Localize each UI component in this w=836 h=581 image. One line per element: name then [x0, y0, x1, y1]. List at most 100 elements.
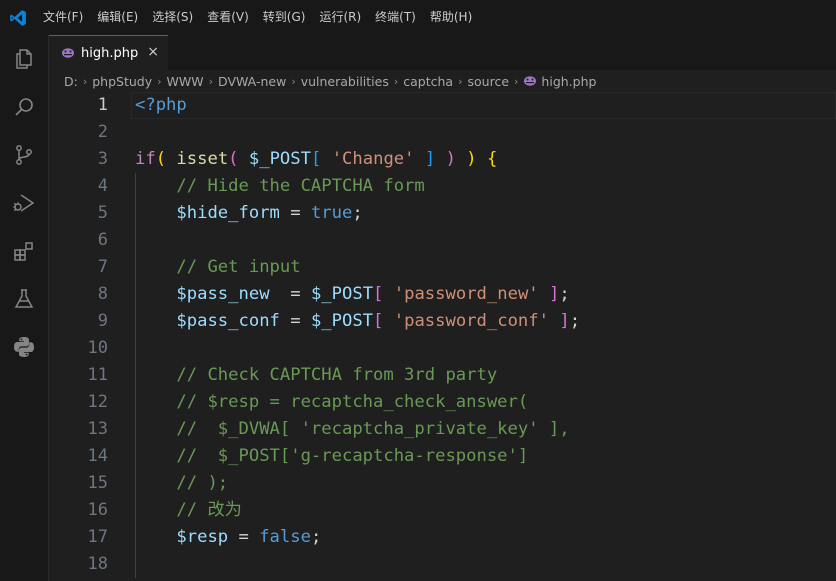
- code-token: =: [279, 203, 311, 223]
- code-text: // $_POST['g-recaptcha-response']: [135, 443, 528, 470]
- code-line[interactable]: 6: [49, 227, 836, 254]
- code-token: // Get input: [176, 257, 301, 277]
- code-line[interactable]: 1 <?php: [49, 92, 836, 119]
- breadcrumb-item[interactable]: DVWA-new: [218, 74, 286, 89]
- breadcrumb-item[interactable]: phpStudy: [92, 74, 152, 89]
- code-token: $_POST: [248, 149, 311, 169]
- code-line[interactable]: 10: [49, 335, 836, 362]
- menu-file[interactable]: 文件(F): [36, 0, 90, 35]
- tab-high-php[interactable]: high.php ×: [49, 35, 168, 70]
- breadcrumb-item[interactable]: vulnerabilities: [301, 74, 389, 89]
- menu-view[interactable]: 查看(V): [200, 0, 256, 35]
- search-icon[interactable]: [0, 83, 48, 131]
- code-line[interactable]: 18: [49, 551, 836, 578]
- code-token: ): [466, 149, 477, 169]
- code-line[interactable]: 11 // Check CAPTCHA from 3rd party: [49, 362, 836, 389]
- code-token: =: [228, 527, 260, 547]
- breadcrumb-item[interactable]: source: [468, 74, 510, 89]
- code-line[interactable]: 2: [49, 119, 836, 146]
- line-number: 15: [87, 473, 108, 493]
- code-text: <?php: [135, 92, 187, 119]
- code-line[interactable]: 4 // Hide the CAPTCHA form: [49, 173, 836, 200]
- close-tab-icon[interactable]: ×: [147, 44, 159, 60]
- code-line[interactable]: 16 // 改为: [49, 497, 836, 524]
- line-number: 13: [87, 419, 108, 439]
- code-text: $pass_new = $_POST[ 'password_new' ];: [135, 281, 570, 308]
- code-token: [: [373, 284, 384, 304]
- menu-run[interactable]: 运行(R): [312, 0, 368, 35]
- menu-terminal[interactable]: 终端(T): [368, 0, 423, 35]
- line-number: 5: [97, 203, 108, 223]
- code-token: $pass_new: [176, 284, 270, 304]
- tab-bar: high.php ×: [49, 35, 836, 70]
- chevron-right-icon: ›: [157, 74, 162, 88]
- code-token: $_POST: [310, 284, 374, 304]
- code-token: ;: [569, 311, 581, 331]
- source-control-icon[interactable]: [0, 131, 48, 179]
- code-token: ;: [310, 527, 322, 547]
- chevron-right-icon: ›: [291, 74, 296, 88]
- code-token: =: [269, 284, 311, 304]
- python-icon[interactable]: [0, 323, 48, 371]
- breadcrumb-item[interactable]: D:: [64, 74, 78, 89]
- code-text: // 改为: [135, 497, 241, 524]
- chevron-right-icon: ›: [393, 74, 399, 88]
- code-text: $hide_form = true;: [135, 200, 362, 227]
- code-line[interactable]: 12 // $resp = recaptcha_check_answer(: [49, 389, 836, 416]
- explorer-icon[interactable]: [0, 35, 48, 83]
- code-token: $pass_conf: [176, 311, 280, 331]
- code-line[interactable]: 7 // Get input: [49, 254, 836, 281]
- chevron-right-icon: ›: [458, 74, 463, 88]
- code-token: // $_DVWA[ 'recaptcha_private_key' ],: [176, 419, 570, 439]
- testing-icon[interactable]: [0, 275, 48, 323]
- run-debug-icon[interactable]: [0, 179, 48, 227]
- breadcrumb-item[interactable]: high.php: [541, 74, 596, 89]
- code-line[interactable]: 3 if( isset( $_POST[ 'Change' ] ) ) {: [49, 146, 836, 173]
- line-number: 12: [87, 392, 108, 412]
- menu-go[interactable]: 转到(G): [256, 0, 313, 35]
- menu-edit[interactable]: 编辑(E): [90, 0, 145, 35]
- code-line[interactable]: 9 $pass_conf = $_POST[ 'password_conf' ]…: [49, 308, 836, 335]
- code-token: (: [155, 149, 167, 169]
- extensions-icon[interactable]: [0, 227, 48, 275]
- code-token: =: [279, 311, 311, 331]
- code-token: // $_POST['g-recaptcha-response']: [176, 446, 529, 466]
- code-token: [: [310, 149, 322, 169]
- code-line[interactable]: 5 $hide_form = true;: [49, 200, 836, 227]
- breadcrumb-item[interactable]: WWW: [167, 74, 204, 89]
- code-line[interactable]: 14 // $_POST['g-recaptcha-response']: [49, 443, 836, 470]
- php-file-icon: [61, 47, 75, 59]
- code-line[interactable]: 17 $resp = false;: [49, 524, 836, 551]
- code-line[interactable]: 13 // $_DVWA[ 'recaptcha_private_key' ],: [49, 416, 836, 443]
- breadcrumb-item[interactable]: captcha: [403, 74, 453, 89]
- code-line[interactable]: 15 // );: [49, 470, 836, 497]
- code-token: $hide_form: [176, 203, 280, 223]
- code-line[interactable]: 8 $pass_new = $_POST[ 'password_new' ];: [49, 281, 836, 308]
- activity-bar: [0, 35, 49, 581]
- code-token: ]: [549, 284, 560, 304]
- menu-selection[interactable]: 选择(S): [145, 0, 200, 35]
- code-text: // );: [135, 470, 228, 497]
- line-number: 6: [97, 230, 108, 250]
- code-token: // );: [176, 473, 229, 493]
- code-token: ;: [559, 284, 570, 304]
- code-token: // Check CAPTCHA from 3rd party: [176, 365, 498, 385]
- code-token: isset: [176, 149, 229, 169]
- chevron-right-icon: ›: [82, 74, 88, 88]
- code-token: 'password_new': [393, 284, 539, 304]
- menu-help[interactable]: 帮助(H): [423, 0, 479, 35]
- line-number: 3: [97, 149, 108, 169]
- code-editor[interactable]: 1 <?php 2 3 if( isset( $_POST[ 'Change' ] ) …: [49, 92, 836, 581]
- chevron-right-icon: ›: [514, 74, 519, 88]
